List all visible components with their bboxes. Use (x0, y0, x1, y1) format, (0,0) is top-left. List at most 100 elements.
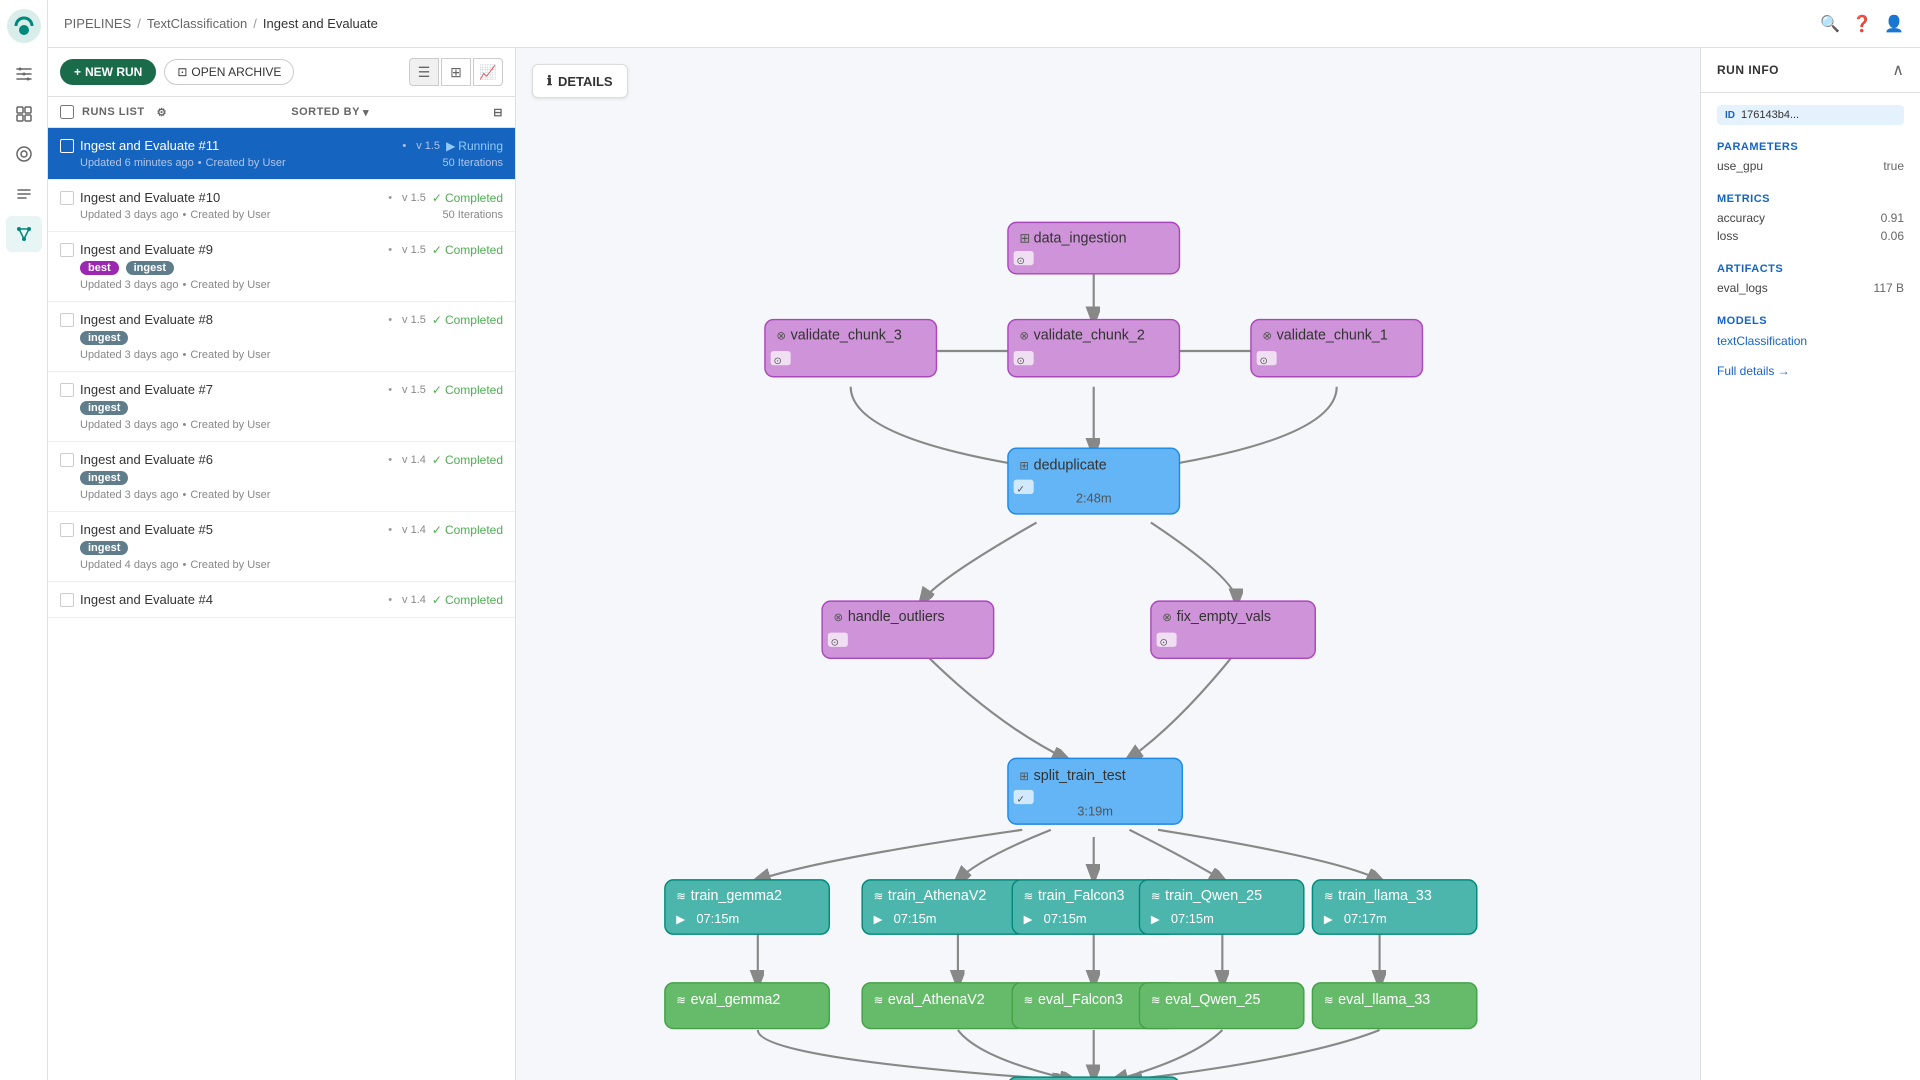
nav-models[interactable] (6, 136, 42, 172)
view-chart-button[interactable]: 📈 (473, 58, 503, 86)
node-eval-qwen25[interactable]: ≋ eval_Qwen_25 (1139, 983, 1303, 1029)
help-icon[interactable]: ❓ (1852, 14, 1872, 34)
node-train-athenav2[interactable]: ≋ train_AthenaV2 ▶ 07:15m (862, 880, 1026, 934)
run-status-label: Completed (445, 243, 503, 257)
run-status-label: Completed (445, 313, 503, 327)
run-meta-tags: ingest (60, 541, 503, 555)
run-meta-created: Created by User (190, 349, 270, 361)
node-data-ingestion[interactable]: ⊞ data_ingestion ⊙ (1008, 222, 1180, 273)
run-meta: Updated 6 minutes ago • Created by User … (60, 157, 503, 169)
run-item[interactable]: Ingest and Evaluate #8 • v 1.5 ✓ Complet… (48, 302, 515, 372)
run-checkbox[interactable] (60, 453, 74, 467)
run-meta: Updated 3 days ago • Created by User 50 … (60, 209, 503, 221)
run-checkbox[interactable] (60, 593, 74, 607)
run-item[interactable]: Ingest and Evaluate #9 • v 1.5 ✓ Complet… (48, 232, 515, 302)
artifacts-section: ARTIFACTS eval_logs 117 B (1717, 263, 1904, 299)
svg-text:⊙: ⊙ (774, 356, 782, 367)
metric-row-loss: loss 0.06 (1717, 229, 1904, 243)
node-handle-outliers[interactable]: ⊗ handle_outliers ⊙ (822, 601, 994, 658)
collapse-button[interactable]: ∧ (1892, 60, 1904, 80)
run-version: v 1.5 (416, 140, 440, 152)
node-validate-chunk-2[interactable]: ⊗ validate_chunk_2 ⊙ (1008, 320, 1180, 377)
nav-active[interactable] (6, 216, 42, 252)
run-title: Ingest and Evaluate #7 (80, 382, 378, 397)
run-status: ✓ Completed (432, 243, 503, 257)
run-item[interactable]: Ingest and Evaluate #5 • v 1.4 ✓ Complet… (48, 512, 515, 582)
node-deduplicate[interactable]: ⊞ deduplicate ✓ 2:48m (1008, 448, 1180, 514)
plus-icon: + (74, 65, 81, 79)
run-checkbox[interactable] (60, 383, 74, 397)
run-meta-updated: Updated 6 minutes ago (80, 157, 194, 169)
run-meta: Updated 3 days ago • Created by User (60, 349, 503, 361)
svg-text:≋: ≋ (874, 995, 884, 1007)
node-train-gemma2[interactable]: ≋ train_gemma2 ▶ 07:15m (665, 880, 829, 934)
open-archive-button[interactable]: ⊡ OPEN ARCHIVE (164, 59, 294, 85)
dot: • (388, 594, 392, 606)
run-item[interactable]: Ingest and Evaluate #4 • v 1.4 ✓ Complet… (48, 582, 515, 618)
node-eval-gemma2[interactable]: ≋ eval_gemma2 (665, 983, 829, 1029)
node-validate-chunk-1[interactable]: ⊗ validate_chunk_1 ⊙ (1251, 320, 1423, 377)
view-grid-button[interactable]: ⊞ (441, 58, 471, 86)
svg-text:▶: ▶ (1324, 914, 1333, 926)
params-title: PARAMETERS (1717, 141, 1904, 153)
node-eval-athenav2[interactable]: ≋ eval_AthenaV2 (862, 983, 1026, 1029)
svg-text:07:15m: 07:15m (696, 911, 739, 926)
breadcrumb-textclassification[interactable]: TextClassification (147, 16, 247, 31)
breadcrumb-pipelines[interactable]: PIPELINES (64, 16, 131, 31)
search-icon[interactable]: 🔍 (1820, 14, 1840, 34)
svg-text:validate_chunk_2: validate_chunk_2 (1034, 328, 1145, 344)
run-title: Ingest and Evaluate #11 (80, 138, 392, 153)
details-button[interactable]: ℹ DETAILS (532, 64, 628, 98)
sorted-by-dropdown[interactable]: SORTED BY ▾ (291, 106, 369, 119)
node-train-llama33[interactable]: ≋ train_llama_33 ▶ 07:17m (1312, 880, 1476, 934)
models-title: MODELS (1717, 315, 1904, 327)
model-link[interactable]: textClassification (1717, 334, 1807, 348)
svg-text:validate_chunk_3: validate_chunk_3 (791, 328, 902, 344)
full-details-link[interactable]: Full details → (1717, 364, 1904, 378)
svg-text:⊙: ⊙ (1159, 637, 1167, 648)
run-item[interactable]: Ingest and Evaluate #10 • v 1.5 ✓ Comple… (48, 180, 515, 232)
run-checkbox[interactable] (60, 523, 74, 537)
filter-settings-icon[interactable]: ⚙ (157, 106, 167, 119)
svg-text:handle_outliers: handle_outliers (848, 609, 945, 625)
user-icon[interactable]: 👤 (1884, 14, 1904, 34)
new-run-button[interactable]: + NEW RUN (60, 59, 156, 85)
run-version-dot: • (402, 140, 406, 152)
run-checkbox[interactable] (60, 313, 74, 327)
run-item[interactable]: Ingest and Evaluate #6 • v 1.4 ✓ Complet… (48, 442, 515, 512)
run-checkbox[interactable] (60, 139, 74, 153)
node-train-qwen25[interactable]: ≋ train_Qwen_25 ▶ 07:15m (1139, 880, 1303, 934)
node-validate-chunk-3[interactable]: ⊗ validate_chunk_3 ⊙ (765, 320, 937, 377)
check-icon: ✓ (432, 593, 442, 607)
svg-text:≋: ≋ (874, 891, 884, 903)
nav-experiments[interactable] (6, 176, 42, 212)
dot: • (388, 454, 392, 466)
svg-text:≋: ≋ (1024, 995, 1034, 1007)
filter-icon[interactable]: ⊟ (493, 106, 503, 119)
view-list-button[interactable]: ☰ (409, 58, 439, 86)
svg-text:validate_chunk_1: validate_chunk_1 (1277, 328, 1388, 344)
run-checkbox[interactable] (60, 191, 74, 205)
node-fix-empty-vals[interactable]: ⊗ fix_empty_vals ⊙ (1151, 601, 1315, 658)
run-checkbox[interactable] (60, 243, 74, 257)
run-header: Ingest and Evaluate #10 • v 1.5 ✓ Comple… (60, 190, 503, 205)
app-logo[interactable] (6, 8, 42, 44)
select-all-checkbox[interactable] (60, 105, 74, 119)
run-header: Ingest and Evaluate #5 • v 1.4 ✓ Complet… (60, 522, 503, 537)
run-version: v 1.5 (402, 384, 426, 396)
nav-pipelines[interactable] (6, 56, 42, 92)
run-meta: Updated 3 days ago • Created by User (60, 489, 503, 501)
node-eval-llama33[interactable]: ≋ eval_llama_33 (1312, 983, 1476, 1029)
node-split-train-test[interactable]: ⊞ split_train_test ✓ 3:19m (1008, 758, 1182, 824)
pipeline-graph: ⊞ data_ingestion ⊙ ⊗ validate_chunk_3 ⊙ (516, 48, 1700, 1080)
run-item[interactable]: Ingest and Evaluate #11 • v 1.5 ▶ Runnin… (48, 128, 515, 180)
check-icon: ✓ (432, 313, 442, 327)
run-version: v 1.5 (402, 314, 426, 326)
run-item[interactable]: Ingest and Evaluate #7 • v 1.5 ✓ Complet… (48, 372, 515, 442)
nav-datasets[interactable] (6, 96, 42, 132)
svg-text:⊞: ⊞ (1019, 230, 1030, 245)
svg-text:2:48m: 2:48m (1076, 491, 1112, 506)
details-label: DETAILS (558, 74, 613, 89)
dot: • (388, 524, 392, 536)
run-meta-created: Created by User (206, 157, 286, 169)
